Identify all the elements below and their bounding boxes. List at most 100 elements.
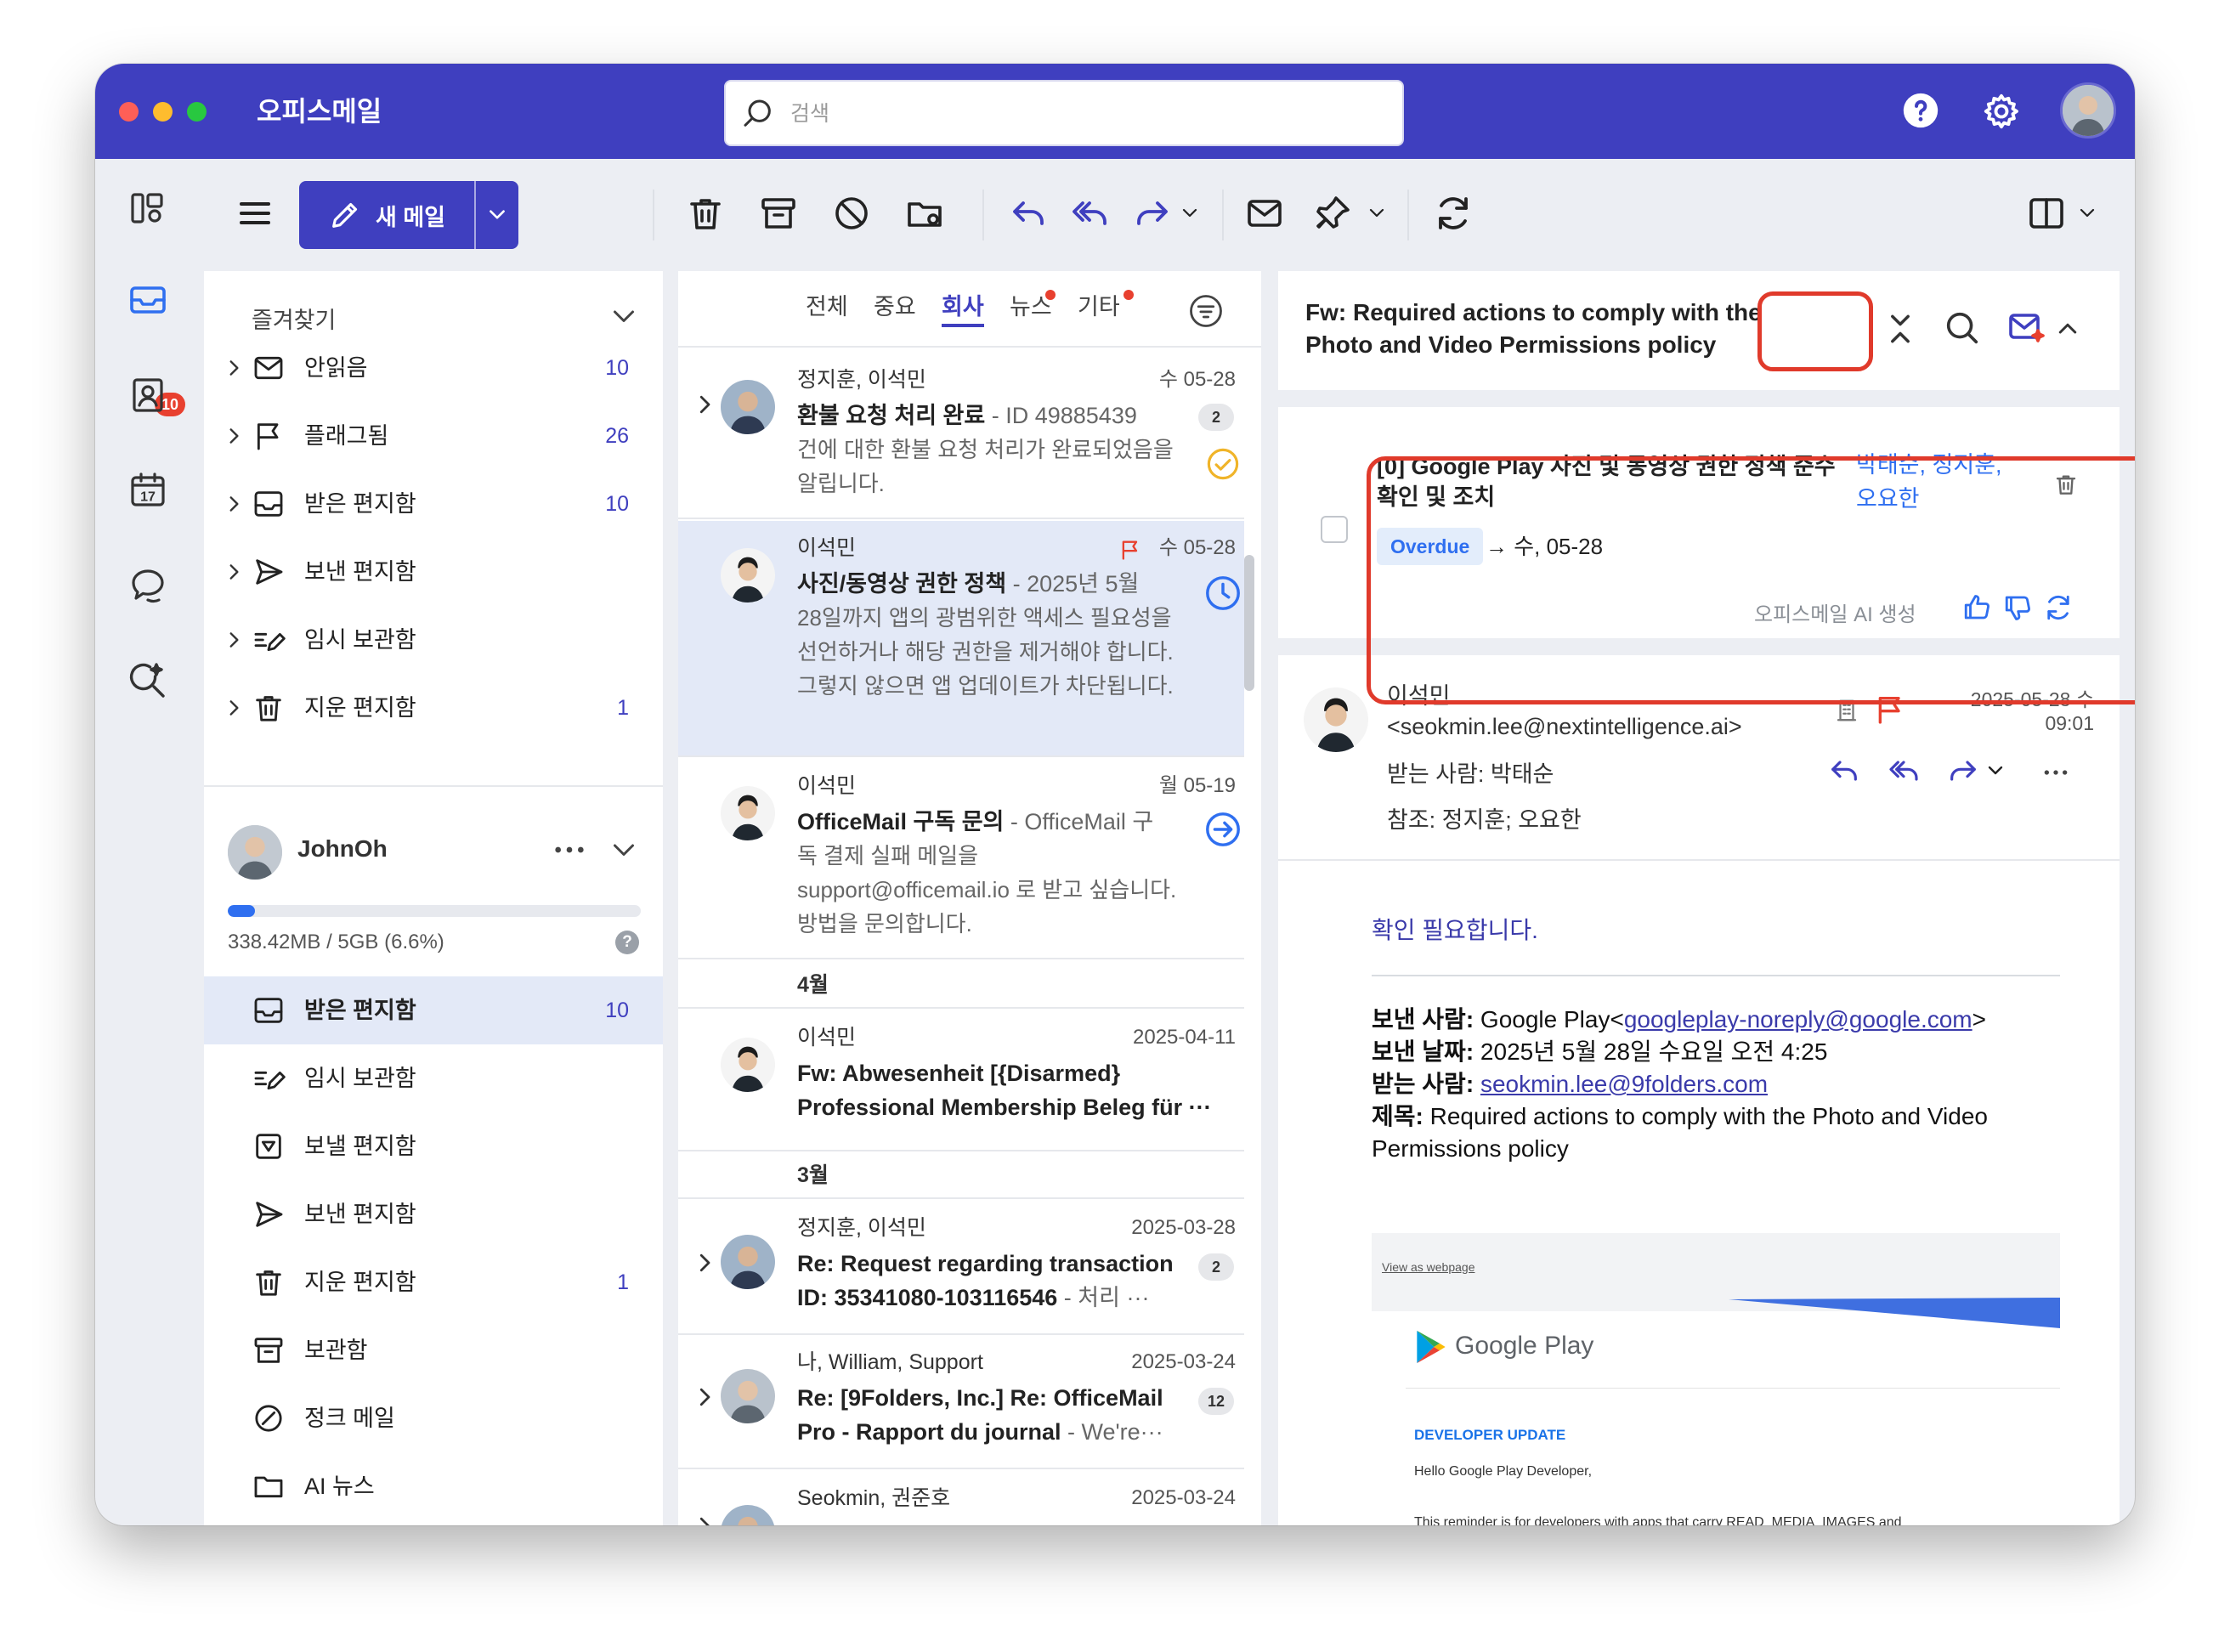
rail-apps[interactable] — [127, 188, 168, 229]
tab-company[interactable]: 회사 — [942, 290, 984, 327]
folder-item[interactable]: 안읽음 10 — [204, 334, 663, 402]
message-subject: Fw: Required actions to comply with the … — [1305, 299, 1762, 358]
menu-button[interactable] — [235, 193, 275, 234]
newsletter-content: View as webpage Google Play DEVELOPER UP… — [1372, 1233, 2060, 1525]
search-input[interactable] — [790, 95, 1385, 133]
refresh-button[interactable] — [1433, 193, 1474, 234]
reply-all-button[interactable] — [1887, 754, 1921, 788]
clock-icon[interactable] — [1203, 574, 1242, 613]
help-button[interactable] — [1902, 92, 1939, 129]
new-mail-button[interactable]: 새 메일 — [299, 181, 518, 249]
message-item[interactable]: 이석민 월 05-19 OfficeMail 구독 문의 - OfficeMai… — [678, 759, 1244, 959]
storage-help-icon[interactable]: ? — [615, 931, 639, 954]
forward-button[interactable] — [1946, 754, 1980, 788]
avatar-image — [721, 1038, 775, 1092]
chevron-right-icon[interactable] — [223, 629, 245, 651]
rail-contacts[interactable] — [127, 375, 168, 416]
forward-dropdown[interactable] — [1180, 203, 1200, 223]
view-as-webpage-link[interactable]: View as webpage — [1382, 1260, 1474, 1274]
filter-button[interactable] — [1188, 293, 1224, 329]
expand-thread-icon[interactable] — [692, 1513, 717, 1525]
subject-text: 환불 요청 처리 완료 — [797, 403, 986, 428]
mark-read-button[interactable] — [1244, 193, 1285, 234]
task-checkbox[interactable] — [1321, 516, 1348, 543]
folder-item[interactable]: 보낸 편지함 — [204, 538, 663, 606]
chevron-right-icon[interactable] — [223, 561, 245, 583]
layout-button[interactable] — [2026, 193, 2067, 234]
layout-dropdown[interactable] — [2077, 203, 2097, 223]
chat-icon — [132, 569, 164, 603]
scrollbar[interactable] — [1244, 555, 1254, 691]
expand-thread-icon[interactable] — [692, 1250, 717, 1276]
chevron-down-icon — [1369, 208, 1384, 218]
rail-mail[interactable] — [127, 280, 168, 320]
folder-item[interactable]: 지운 편지함 1 — [204, 1248, 663, 1316]
forward-dropdown[interactable] — [1985, 761, 2006, 781]
message-view: 이석민 <seokmin.lee@nextintelligence.ai> 20… — [1278, 655, 2120, 1525]
chevron-right-icon[interactable] — [223, 357, 245, 379]
message-item[interactable]: 이석민 수 05-28 사진/동영상 권한 정책 - 2025년 5월 28일까… — [678, 521, 1244, 757]
tab-other[interactable]: 기타 — [1078, 290, 1120, 324]
junk-icon — [255, 1405, 282, 1432]
message-item[interactable]: Seokmin, 권준호 2025-03-24 — [678, 1471, 1244, 1525]
folder-item[interactable]: 임시 보관함 — [204, 1044, 663, 1112]
message-item[interactable]: 나, William, Support 2025-03-24 Re: [9Fol… — [678, 1335, 1244, 1469]
chevron-right-icon[interactable] — [223, 697, 245, 719]
reply-all-button[interactable] — [1069, 193, 1110, 234]
block-button[interactable] — [831, 193, 872, 234]
search-bar[interactable] — [724, 80, 1404, 146]
ai-summary-button[interactable] — [2006, 307, 2046, 348]
pin-button[interactable] — [1312, 193, 1353, 234]
storage-fill — [228, 905, 256, 917]
maximize-window-button[interactable] — [187, 102, 207, 122]
more-button[interactable] — [2041, 762, 2070, 783]
folder-item[interactable]: 정크 메일 — [204, 1384, 663, 1452]
find-button[interactable] — [1943, 308, 1982, 348]
collapse-ai-button[interactable] — [2055, 315, 2080, 341]
move-button[interactable] — [904, 193, 945, 234]
expand-thread-icon[interactable] — [692, 392, 717, 417]
rail-ai-search[interactable] — [127, 660, 168, 701]
rail-chat[interactable] — [127, 565, 168, 606]
tab-all[interactable]: 전체 — [806, 290, 848, 324]
archive-button[interactable] — [758, 193, 799, 234]
folder-item[interactable]: AI 뉴스 — [204, 1452, 663, 1520]
minimize-window-button[interactable] — [153, 102, 173, 122]
pin-dropdown[interactable] — [1367, 203, 1387, 223]
account-more-button[interactable] — [552, 837, 586, 863]
chevron-right-icon[interactable] — [223, 493, 245, 515]
fwd-from-email-link[interactable]: googleplay-noreply@google.com — [1624, 1006, 1972, 1032]
folder-item[interactable]: 받은 편지함 10 — [204, 470, 663, 538]
settings-button[interactable] — [1982, 92, 2021, 131]
folder-item[interactable]: 플래그됨 26 — [204, 402, 663, 470]
fwd-to-email-link[interactable]: seokmin.lee@9folders.com — [1480, 1071, 1768, 1097]
folder-item[interactable]: 임시 보관함 — [204, 606, 663, 674]
expand-thread-icon[interactable] — [692, 1384, 717, 1410]
message-item[interactable]: 정지훈, 이석민 수 05-28 환불 요청 처리 완료 - ID 498854… — [678, 349, 1244, 519]
folder-item[interactable]: 지운 편지함 1 — [204, 674, 663, 742]
new-mail-main[interactable]: 새 메일 — [299, 181, 476, 249]
flag-icon[interactable] — [1118, 538, 1142, 562]
folder-item[interactable]: 보낼 편지함 — [204, 1112, 663, 1180]
account-collapse[interactable] — [608, 835, 639, 866]
reply-button[interactable] — [1827, 754, 1861, 788]
arrow-circle-icon[interactable] — [1203, 810, 1242, 849]
close-window-button[interactable] — [119, 102, 139, 122]
forward-button[interactable] — [1132, 193, 1173, 234]
new-mail-dropdown[interactable] — [476, 181, 518, 249]
reply-button[interactable] — [1008, 193, 1049, 234]
folder-item[interactable]: 보관함 — [204, 1316, 663, 1384]
folder-item[interactable]: 보낸 편지함 — [204, 1180, 663, 1248]
tab-important[interactable]: 중요 — [874, 290, 916, 324]
rail-calendar[interactable]: 17 — [127, 470, 168, 511]
collapse-button[interactable] — [1882, 310, 1919, 348]
sender: 이석민 — [797, 774, 857, 798]
toolbar-divider — [982, 190, 984, 240]
favorites-collapse[interactable] — [608, 302, 639, 332]
user-avatar[interactable] — [2060, 82, 2116, 139]
message-item[interactable]: 정지훈, 이석민 2025-03-28 Re: Request regardin… — [678, 1201, 1244, 1335]
chevron-right-icon[interactable] — [223, 425, 245, 447]
message-item[interactable]: 이석민 2025-04-11 Fw: Abwesenheit [{Disarme… — [678, 1010, 1244, 1151]
delete-button[interactable] — [685, 193, 726, 234]
folder-item[interactable]: 받은 편지함 10 — [204, 976, 663, 1044]
